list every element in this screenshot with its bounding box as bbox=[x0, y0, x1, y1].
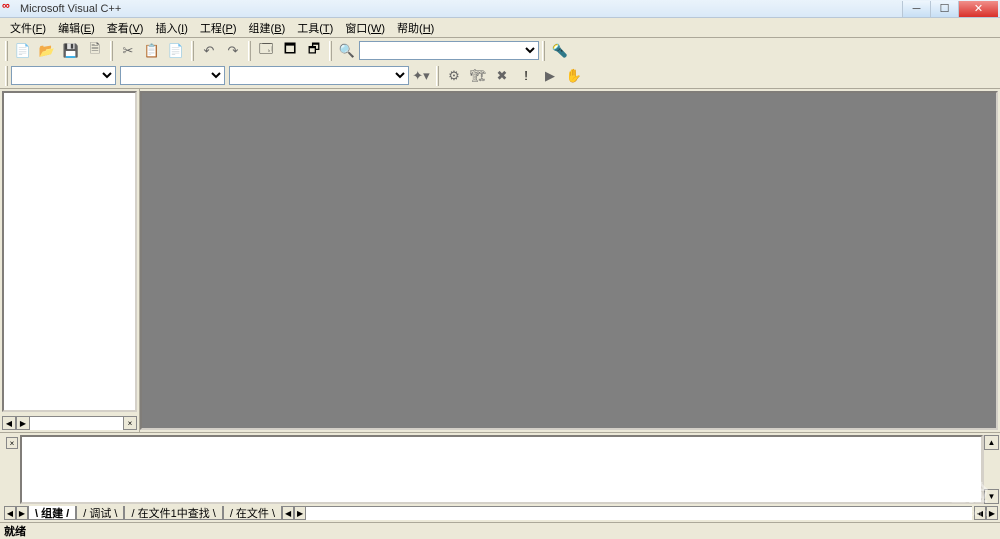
paste-button[interactable]: 📄 bbox=[165, 40, 187, 62]
hscroll-left-icon[interactable]: ◀ bbox=[974, 506, 986, 520]
execute-button[interactable]: ! bbox=[515, 65, 537, 87]
toolbar-separator bbox=[436, 66, 439, 86]
find-in-files-button[interactable]: 🔍 bbox=[336, 40, 358, 62]
tab-scroll-left2-icon[interactable]: ◀ bbox=[282, 506, 294, 520]
compile-button[interactable]: ⚙ bbox=[443, 65, 465, 87]
standard-toolbar: 📄 📂 💾 🗎 ✂ 📋 📄 ↶ ↷ 🗔 🗖 🗗 🔍 🔦 bbox=[0, 38, 1000, 63]
wizard-action-button[interactable]: ✦▾ bbox=[410, 65, 432, 87]
workspace-close-icon[interactable]: × bbox=[123, 416, 137, 430]
close-button[interactable]: ✕ bbox=[958, 1, 998, 17]
toolbar-grip[interactable] bbox=[5, 66, 8, 86]
tab-scroll-left-icon[interactable]: ◀ bbox=[2, 416, 16, 430]
hscroll-right-icon[interactable]: ▶ bbox=[986, 506, 998, 520]
workspace-panel: ◀ ▶ × bbox=[0, 89, 140, 432]
window-list-button[interactable]: 🗗 bbox=[303, 40, 325, 62]
open-button[interactable]: 📂 bbox=[36, 40, 58, 62]
maximize-button[interactable]: ☐ bbox=[930, 1, 958, 17]
redo-button[interactable]: ↷ bbox=[222, 40, 244, 62]
toolbar-separator bbox=[329, 41, 332, 61]
workspace-button[interactable]: 🗔 bbox=[255, 40, 277, 62]
toolbar-grip[interactable] bbox=[5, 41, 8, 61]
tab-scroll-right-icon[interactable]: ▶ bbox=[16, 506, 28, 520]
stop-build-button[interactable]: ✖ bbox=[491, 65, 513, 87]
output-tab-1[interactable]: / 调试 \ bbox=[76, 506, 124, 520]
menu-f[interactable]: 文件(F) bbox=[4, 18, 52, 38]
build-toolbar: ✦▾ ⚙ 🏗 ✖ ! ▶ ✋ bbox=[0, 63, 1000, 88]
breakpoint-button[interactable]: ✋ bbox=[563, 65, 585, 87]
workspace-tabs: ◀ ▶ × bbox=[2, 414, 137, 430]
status-bar: 就绪 bbox=[0, 522, 1000, 539]
workspace-tree[interactable] bbox=[2, 91, 137, 412]
search-button[interactable]: 🔦 bbox=[549, 40, 571, 62]
status-text: 就绪 bbox=[4, 523, 26, 539]
tab-scroll-right2-icon[interactable]: ▶ bbox=[294, 506, 306, 520]
output-tab-3[interactable]: / 在文件 \ bbox=[223, 506, 282, 520]
find-combo[interactable] bbox=[359, 41, 539, 60]
copy-button[interactable]: 📋 bbox=[141, 40, 163, 62]
output-close-icon[interactable]: × bbox=[6, 437, 18, 449]
output-pane: × ▲ ▼ ◀ ▶ \ 组建 // 调试 \/ 在文件1中查找 \/ 在文件 \… bbox=[0, 432, 1000, 522]
output-tab-2[interactable]: / 在文件1中查找 \ bbox=[124, 506, 222, 520]
output-tab-0[interactable]: \ 组建 / bbox=[28, 506, 76, 520]
window-controls: ─ ☐ ✕ bbox=[902, 1, 998, 17]
filter-combo[interactable] bbox=[120, 66, 225, 85]
editor-mdi-area bbox=[140, 91, 998, 430]
output-button[interactable]: 🗖 bbox=[279, 40, 301, 62]
app-icon bbox=[2, 2, 16, 16]
tab-scroll-left-icon[interactable]: ◀ bbox=[4, 506, 16, 520]
member-combo[interactable] bbox=[229, 66, 409, 85]
toolbar-separator bbox=[110, 41, 113, 61]
output-text-area[interactable] bbox=[20, 435, 983, 504]
workspace-tab-strip bbox=[30, 416, 123, 430]
menu-i[interactable]: 插入(I) bbox=[149, 18, 193, 38]
output-tab-strip bbox=[306, 506, 972, 520]
go-button[interactable]: ▶ bbox=[539, 65, 561, 87]
menu-e[interactable]: 编辑(E) bbox=[52, 18, 101, 38]
tab-scroll-right-icon[interactable]: ▶ bbox=[16, 416, 30, 430]
title-bar: Microsoft Visual C++ ─ ☐ ✕ bbox=[0, 0, 1000, 18]
scroll-up-icon[interactable]: ▲ bbox=[984, 435, 999, 450]
toolbar-separator bbox=[248, 41, 251, 61]
output-tabs: ◀ ▶ \ 组建 // 调试 \/ 在文件1中查找 \/ 在文件 \ ◀ ▶ ◀… bbox=[0, 506, 1000, 522]
window-title: Microsoft Visual C++ bbox=[20, 3, 902, 15]
class-combo[interactable] bbox=[11, 66, 116, 85]
new-button[interactable]: 📄 bbox=[12, 40, 34, 62]
menu-v[interactable]: 查看(V) bbox=[101, 18, 150, 38]
menu-p[interactable]: 工程(P) bbox=[194, 18, 243, 38]
toolbar-separator bbox=[542, 41, 545, 61]
menu-w[interactable]: 窗口(W) bbox=[339, 18, 391, 38]
cut-button[interactable]: ✂ bbox=[117, 40, 139, 62]
build-button[interactable]: 🏗 bbox=[467, 65, 489, 87]
save-all-button[interactable]: 🗎 bbox=[84, 40, 106, 62]
toolbars: 📄 📂 💾 🗎 ✂ 📋 📄 ↶ ↷ 🗔 🗖 🗗 🔍 🔦 bbox=[0, 38, 1000, 89]
menu-h[interactable]: 帮助(H) bbox=[391, 18, 440, 38]
minimize-button[interactable]: ─ bbox=[902, 1, 930, 17]
menu-b[interactable]: 组建(B) bbox=[243, 18, 292, 38]
menu-bar: 文件(F)编辑(E)查看(V)插入(I)工程(P)组建(B)工具(T)窗口(W)… bbox=[0, 18, 1000, 38]
undo-button[interactable]: ↶ bbox=[198, 40, 220, 62]
main-area: ◀ ▶ × bbox=[0, 89, 1000, 432]
scroll-down-icon[interactable]: ▼ bbox=[984, 489, 999, 504]
menu-t[interactable]: 工具(T) bbox=[291, 18, 339, 38]
save-button[interactable]: 💾 bbox=[60, 40, 82, 62]
toolbar-separator bbox=[191, 41, 194, 61]
output-vertical-scrollbar[interactable]: ▲ ▼ bbox=[983, 435, 998, 504]
